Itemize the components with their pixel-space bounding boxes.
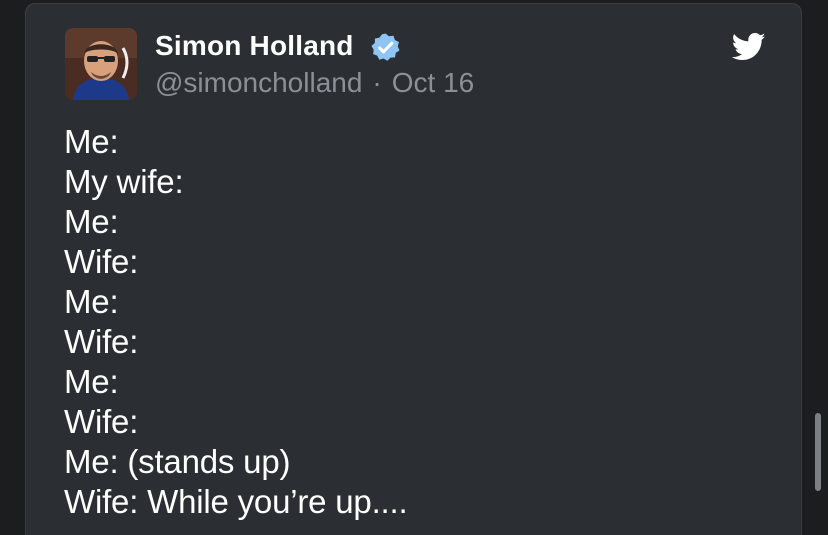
tweet-line: Wife: While you’re up.... [64,483,408,520]
avatar[interactable] [65,28,137,100]
author-handle[interactable]: @simoncholland [155,67,362,98]
tweet-line: Me: [64,283,119,320]
tweet-text: Me: My wife: Me: Wife: Me: Wife: Me: Wif… [64,122,408,522]
tweet-line: Me: [64,203,119,240]
tweet-date[interactable]: Oct 16 [392,67,474,98]
tweet-line: Me: (stands up) [64,443,291,480]
tweet-line: Wife: [64,403,139,440]
author-name[interactable]: Simon Holland [155,30,354,62]
tweet-line: Me: [64,363,119,400]
twitter-bird-icon[interactable] [732,32,766,62]
scrollbar-thumb[interactable] [815,413,821,491]
tweet-line: Wife: [64,243,139,280]
tweet-line: Wife: [64,323,139,360]
app-window: Simon Holland @simoncholland · Oct 16 Me: … [0,0,828,535]
tweet-line: Me: [64,123,119,160]
tweet-line: My wife: [64,163,184,200]
tweet-card[interactable]: Simon Holland @simoncholland · Oct 16 Me: … [25,3,802,535]
verified-badge-icon [371,33,400,61]
tweet-meta: @simoncholland · Oct 16 [155,67,474,99]
meta-separator: · [372,67,382,98]
